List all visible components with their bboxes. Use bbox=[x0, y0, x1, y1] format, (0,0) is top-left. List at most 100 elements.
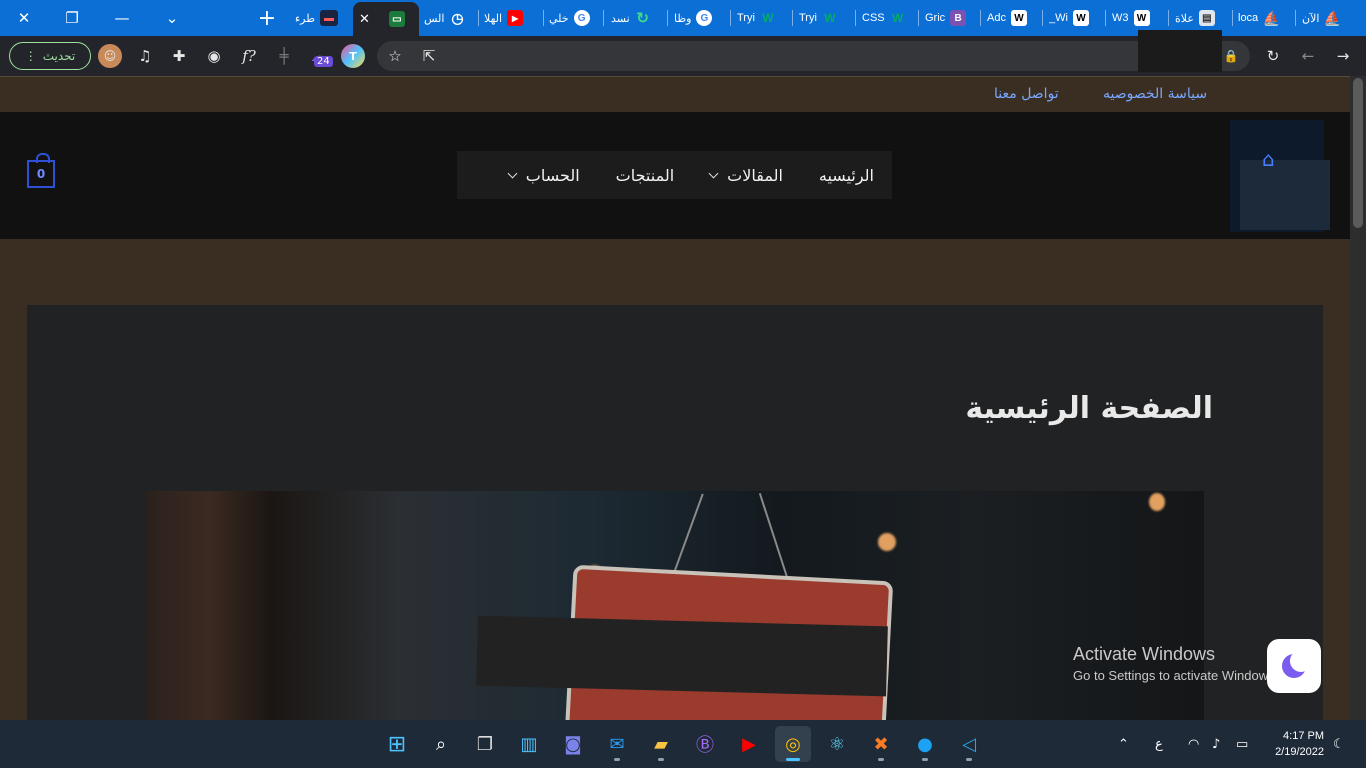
chrome-icon: ◎ bbox=[785, 733, 801, 755]
tab-label: Gric bbox=[925, 12, 946, 24]
tab[interactable]: الهلا ▶ bbox=[484, 4, 538, 32]
tab-label: طرء bbox=[295, 12, 315, 25]
extension-button[interactable]: ╪ bbox=[272, 44, 296, 68]
atom-icon: ⚛ bbox=[828, 733, 846, 755]
tray-overflow-button[interactable]: ⌃ bbox=[1118, 720, 1129, 768]
tab-label: _Wi bbox=[1049, 12, 1068, 24]
start-button[interactable]: ⊞ bbox=[379, 726, 415, 762]
tab[interactable]: loca ⛵ bbox=[1238, 4, 1290, 32]
flag-icon: ▭ bbox=[388, 11, 405, 27]
teams-button[interactable]: ◙ bbox=[555, 726, 591, 762]
tab[interactable]: _Wi W bbox=[1049, 4, 1099, 32]
tab[interactable]: نسد ↻ bbox=[611, 4, 661, 32]
bookmark-star-button[interactable]: ☆ bbox=[383, 44, 407, 68]
tab[interactable]: الس ◷ bbox=[424, 4, 476, 32]
new-tab-button[interactable]: + bbox=[243, 0, 291, 36]
tab[interactable]: علاة ▤ bbox=[1175, 4, 1227, 32]
sign-chain bbox=[758, 492, 790, 582]
restore-window-button[interactable]: ❐ bbox=[48, 0, 96, 36]
clock[interactable]: 4:17 PM 2/19/2022 bbox=[1262, 728, 1324, 760]
xampp-button[interactable]: ✖ bbox=[863, 726, 899, 762]
cart-count: 0 bbox=[36, 167, 46, 181]
tab[interactable]: Gric B bbox=[925, 4, 975, 32]
extension-button[interactable]: T bbox=[341, 44, 365, 68]
bird-icon: ● bbox=[917, 733, 933, 755]
media-control-button[interactable]: ♫ bbox=[133, 44, 157, 68]
extensions-button[interactable]: ✚ bbox=[167, 44, 191, 68]
tab[interactable]: CSS W bbox=[862, 4, 912, 32]
tab[interactable]: Adc W bbox=[987, 4, 1037, 32]
activate-windows-watermark: Activate Windows Go to Settings to activ… bbox=[1073, 644, 1278, 683]
widgets-icon: ▥ bbox=[520, 733, 538, 755]
back-button[interactable]: → bbox=[1331, 44, 1355, 68]
privacy-policy-link[interactable]: سياسة الخصوصيه bbox=[1103, 86, 1207, 102]
page-scrollbar[interactable] bbox=[1350, 76, 1366, 720]
w3schools-icon: W bbox=[891, 11, 904, 25]
focus-assist-button[interactable]: ☾ bbox=[1333, 720, 1345, 768]
arrow-right-icon: → bbox=[1336, 47, 1350, 65]
nav-item-articles[interactable]: المقالات bbox=[708, 166, 783, 185]
wikipedia-icon: W bbox=[1072, 10, 1089, 26]
react-app-button[interactable]: ⚛ bbox=[819, 726, 855, 762]
extension-button[interactable]: ◉ bbox=[202, 44, 226, 68]
reload-button[interactable]: ↻ bbox=[1261, 44, 1285, 68]
folder-icon: ▰ bbox=[654, 733, 668, 755]
close-tab-icon[interactable]: ✕ bbox=[359, 11, 370, 27]
site-info-button[interactable]: 🔒 bbox=[1219, 44, 1243, 68]
activate-subtitle: Go to Settings to activate Windows. bbox=[1073, 668, 1279, 683]
vscode-button[interactable]: ◁ bbox=[951, 726, 987, 762]
tab[interactable]: طرء ▬ bbox=[295, 4, 349, 32]
update-button[interactable]: ⋮ تحديث bbox=[9, 42, 91, 70]
chrome-button[interactable]: ◎ bbox=[775, 726, 811, 762]
google-icon: G bbox=[696, 10, 713, 26]
task-view-button[interactable]: ❐ bbox=[467, 726, 503, 762]
tab-active[interactable]: ✕ ▭ bbox=[353, 2, 419, 36]
w3schools-icon: W bbox=[762, 11, 774, 25]
search-button[interactable]: ⌕ bbox=[423, 726, 459, 762]
tab-label: علاة bbox=[1175, 12, 1194, 25]
scrollbar-thumb[interactable] bbox=[1353, 78, 1363, 228]
nav-label: الحساب bbox=[525, 165, 580, 185]
cart-button[interactable]: 0 bbox=[27, 153, 55, 188]
mail-button[interactable]: ✉ bbox=[599, 726, 635, 762]
wikipedia-icon: W bbox=[1133, 10, 1150, 26]
tab[interactable]: وظا G bbox=[674, 4, 724, 32]
youtube-app-button[interactable]: ▶ bbox=[731, 726, 767, 762]
bootstrap-icon: Ⓑ bbox=[696, 735, 714, 756]
language-indicator[interactable]: ع bbox=[1155, 720, 1163, 768]
tab[interactable]: Tryi W bbox=[737, 4, 787, 32]
nav-item-home[interactable]: الرئيسيه bbox=[819, 166, 874, 185]
extension-fx-button[interactable]: f? bbox=[237, 44, 261, 68]
youtube-icon: ▶ bbox=[507, 10, 524, 26]
share-button[interactable]: ⇱ bbox=[417, 44, 441, 68]
tab-search-button[interactable]: ⌄ bbox=[148, 0, 196, 36]
minimize-window-button[interactable]: — bbox=[98, 0, 146, 36]
volume-button[interactable]: ♪ bbox=[1212, 720, 1220, 768]
share-icon: ⇱ bbox=[422, 47, 436, 65]
tab[interactable]: W3 W bbox=[1112, 4, 1162, 32]
network-button[interactable]: ◠ bbox=[1188, 720, 1199, 768]
activate-title: Activate Windows bbox=[1073, 644, 1216, 664]
address-bar[interactable]: ☆ ⇱ 🔒 bbox=[377, 41, 1250, 71]
menu-dots-icon: ⋮ bbox=[24, 49, 37, 63]
tab-label: Tryi bbox=[737, 12, 755, 24]
bootstrap-studio-button[interactable]: Ⓑ bbox=[687, 726, 723, 762]
widgets-button[interactable]: ▥ bbox=[511, 726, 547, 762]
file-explorer-button[interactable]: ▰ bbox=[643, 726, 679, 762]
update-label: تحديث bbox=[42, 49, 76, 63]
forward-button[interactable]: ← bbox=[1296, 44, 1320, 68]
nav-item-account[interactable]: الحساب bbox=[507, 165, 580, 185]
contact-link[interactable]: تواصل معنا bbox=[994, 86, 1059, 102]
mail-icon: ✉ bbox=[609, 733, 625, 755]
battery-button[interactable]: ▭ bbox=[1236, 720, 1248, 768]
nav-item-products[interactable]: المنتجات bbox=[616, 166, 675, 185]
twitter-button[interactable]: ● bbox=[907, 726, 943, 762]
clock-time: 4:17 PM bbox=[1283, 730, 1324, 742]
close-window-button[interactable]: ✕ bbox=[0, 0, 48, 36]
minimize-icon: — bbox=[114, 9, 130, 27]
profile-avatar[interactable]: ☺ bbox=[98, 44, 122, 68]
tab[interactable]: Tryi W bbox=[799, 4, 849, 32]
tab[interactable]: الآن ⛵ bbox=[1302, 4, 1358, 32]
tab[interactable]: خلي G bbox=[549, 4, 597, 32]
dark-mode-toggle[interactable] bbox=[1267, 639, 1321, 693]
